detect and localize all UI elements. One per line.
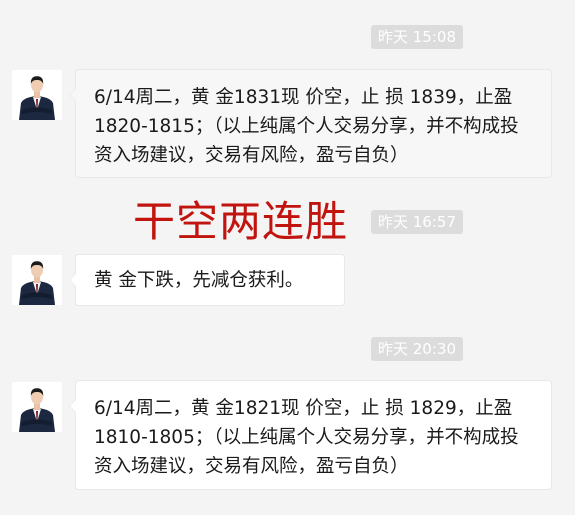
message-bubble[interactable]: 6/14周二，黄 金1821现 价空，止 损 1829，止盈1810-1805；… <box>69 380 552 490</box>
message-text: 6/14周二，黄 金1821现 价空，止 损 1829，止盈1810-1805；… <box>94 398 519 477</box>
timestamp: 昨天 20:30 <box>371 337 463 361</box>
overlay-caption: 干空两连胜 <box>133 197 349 246</box>
person-in-suit-icon <box>12 70 62 120</box>
person-in-suit-icon <box>12 382 62 432</box>
timestamp: 昨天 15:08 <box>371 25 463 49</box>
avatar-icon[interactable] <box>12 255 62 305</box>
avatar-icon[interactable] <box>12 70 62 120</box>
timestamp: 昨天 16:57 <box>371 210 463 234</box>
message-text: 黄 金下跌，先减仓获利。 <box>94 270 304 291</box>
person-in-suit-icon <box>12 255 62 305</box>
message-bubble[interactable]: 黄 金下跌，先减仓获利。 <box>69 254 345 306</box>
message-text: 6/14周二，黄 金1831现 价空，止 损 1839，止盈1820-1815；… <box>94 87 519 166</box>
avatar-icon[interactable] <box>12 382 62 432</box>
message-bubble[interactable]: 6/14周二，黄 金1831现 价空，止 损 1839，止盈1820-1815；… <box>69 69 552 178</box>
